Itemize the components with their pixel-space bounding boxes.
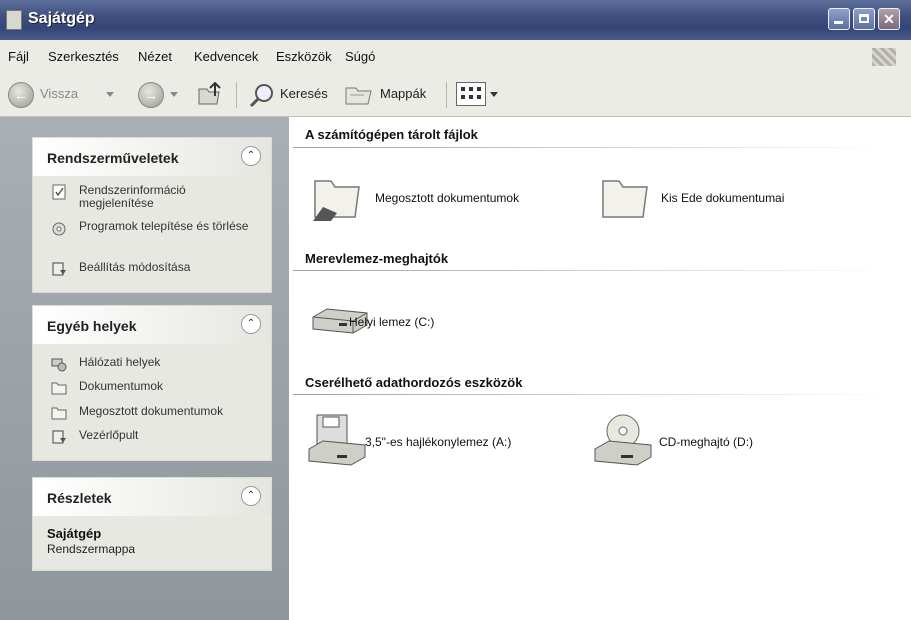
toolbar-separator [236, 82, 237, 108]
place-link-label: Megosztott dokumentumok [79, 404, 224, 418]
panel-header[interactable]: Egyéb helyek ⌃ [33, 306, 271, 344]
task-link-label: Rendszerinformáció megjelenítése [79, 183, 186, 210]
windows-logo-icon [872, 48, 896, 66]
cd-drive-icon [594, 414, 652, 466]
control-panel-icon [52, 262, 66, 276]
shared-documents-folder-icon [51, 407, 67, 420]
menu-help[interactable]: Súgó [345, 49, 375, 64]
network-places-icon [51, 358, 67, 372]
collapse-chevron-icon[interactable]: ⌃ [241, 486, 261, 506]
back-dropdown-icon[interactable] [106, 92, 114, 97]
section-divider [293, 147, 891, 148]
place-link-label: Hálózati helyek [79, 355, 161, 369]
close-button[interactable] [878, 8, 900, 30]
window-title: Sajátgép [28, 10, 95, 27]
maximize-button[interactable] [853, 8, 875, 30]
drive-item-floppy[interactable]: 3,5"-es hajlékonylemez (A:) [305, 413, 575, 469]
other-places-panel: Egyéb helyek ⌃ Hálózati helyek Dokumentu… [32, 305, 272, 461]
menu-file[interactable]: Fájl [8, 49, 29, 64]
drive-item-label: Helyi lemez (C:) [349, 315, 435, 329]
collapse-chevron-icon[interactable]: ⌃ [241, 314, 261, 334]
search-icon [249, 84, 273, 108]
menu-tools[interactable]: Eszközök [276, 49, 332, 64]
task-pane: Rendszerműveletek ⌃ Rendszerinformáció m… [0, 117, 289, 620]
section-header: Cserélhető adathordozós eszközök [305, 375, 523, 390]
drive-item-label: 3,5"-es hajlékonylemez (A:) [365, 435, 512, 449]
views-icon [461, 87, 481, 99]
panel-body: Sajátgép Rendszermappa [33, 516, 271, 570]
menu-favorites[interactable]: Kedvencek [194, 49, 258, 64]
minimize-icon [829, 9, 849, 29]
control-panel-icon [52, 430, 66, 444]
menu-bar: Fájl Szerkesztés Nézet Kedvencek Eszközö… [0, 40, 911, 73]
folders-icon [345, 87, 372, 105]
arrow-right-icon: → [144, 87, 158, 103]
menu-view[interactable]: Nézet [138, 49, 172, 64]
system-info-icon [52, 184, 66, 200]
folders-button[interactable] [344, 82, 374, 108]
file-view: A számítógépen tárolt fájlok Megosztott … [289, 117, 911, 620]
toolbar: ← Vissza → Keresés Mappák [0, 72, 911, 117]
menu-edit[interactable]: Szerkesztés [48, 49, 119, 64]
panel-body: Hálózati helyek Dokumentumok Megosztott … [33, 344, 271, 460]
add-remove-programs-icon [52, 222, 66, 236]
collapse-chevron-icon[interactable]: ⌃ [241, 146, 261, 166]
system-tasks-panel: Rendszerműveletek ⌃ Rendszerinformáció m… [32, 137, 272, 293]
panel-title: Részletek [47, 490, 112, 506]
views-dropdown-icon[interactable] [490, 92, 498, 97]
maximize-icon [854, 9, 874, 29]
drive-item-local-disk[interactable]: Helyi lemez (C:) [309, 305, 529, 341]
details-panel: Részletek ⌃ Sajátgép Rendszermappa [32, 477, 272, 571]
section-header: Merevlemez-meghajtók [305, 251, 449, 266]
documents-folder-icon [51, 382, 67, 395]
folder-up-icon [198, 81, 221, 105]
close-icon [879, 9, 899, 29]
folders-label[interactable]: Mappák [380, 86, 426, 101]
file-item-label: Megosztott dokumentumok [375, 191, 520, 205]
task-link-label: Programok telepítése és törlése [79, 219, 249, 233]
place-link-label: Dokumentumok [79, 379, 164, 393]
detail-item-type: Rendszermappa [47, 542, 136, 556]
file-item-shared-documents[interactable]: Megosztott dokumentumok [311, 173, 581, 223]
minimize-button[interactable] [828, 8, 850, 30]
section-header: A számítógépen tárolt fájlok [305, 127, 478, 142]
file-item-label: Kis Ede dokumentumai [661, 191, 785, 205]
section-divider [293, 270, 891, 271]
drive-item-label: CD-meghajtó (D:) [659, 435, 754, 449]
search-button[interactable] [248, 82, 276, 108]
place-link-label: Vezérlőpult [79, 428, 139, 442]
floppy-drive-icon [308, 414, 366, 466]
folder-icon [602, 180, 648, 218]
drive-item-cd[interactable]: CD-meghajtó (D:) [591, 413, 851, 469]
forward-dropdown-icon[interactable] [170, 92, 178, 97]
forward-button[interactable]: → [138, 82, 164, 108]
panel-header[interactable]: Rendszerműveletek ⌃ [33, 138, 271, 176]
toolbar-separator [446, 82, 447, 108]
views-button[interactable] [456, 82, 486, 106]
section-divider [293, 394, 891, 395]
shared-folder-icon [313, 180, 360, 221]
arrow-left-icon: ← [14, 87, 28, 103]
panel-body: Rendszerinformáció megjelenítése Program… [33, 176, 271, 292]
back-label[interactable]: Vissza [40, 86, 78, 101]
search-label[interactable]: Keresés [280, 86, 328, 101]
back-button[interactable]: ← [8, 82, 34, 108]
up-folder-button[interactable] [196, 81, 222, 108]
computer-icon [6, 10, 22, 30]
title-bar[interactable]: Sajátgép [0, 0, 911, 40]
panel-title: Egyéb helyek [47, 318, 137, 334]
detail-item-name: Sajátgép [47, 526, 102, 541]
panel-title: Rendszerműveletek [47, 150, 179, 166]
panel-header[interactable]: Részletek ⌃ [33, 478, 271, 516]
file-item-user-documents[interactable]: Kis Ede dokumentumai [599, 173, 879, 223]
task-link-label: Beállítás módosítása [79, 260, 191, 274]
